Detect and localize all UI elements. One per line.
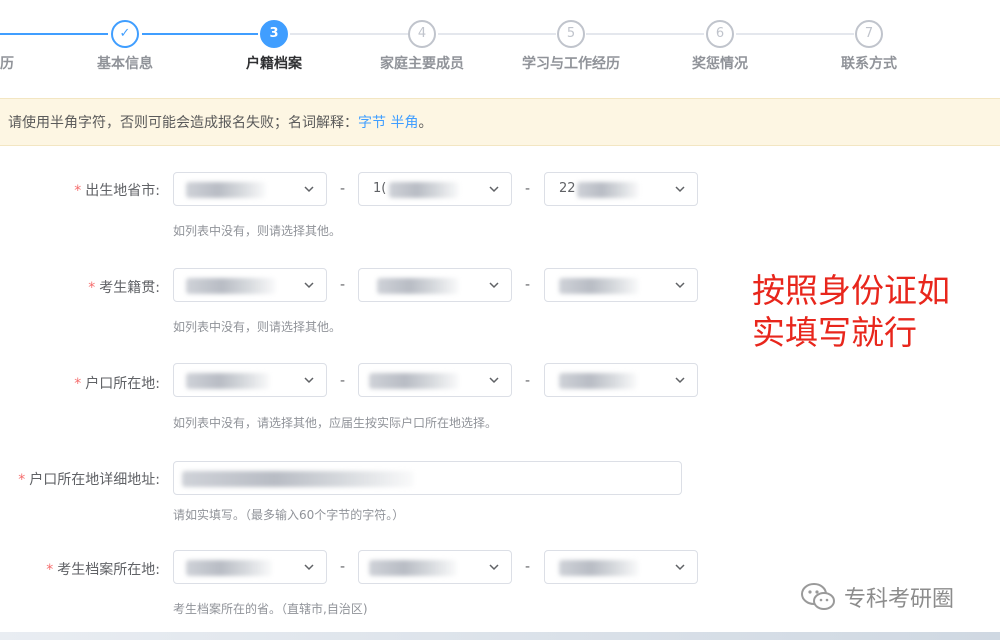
- id-card-annotation: 按照身份证如 实填写就行: [752, 271, 950, 352]
- archive-city-select[interactable]: [358, 550, 512, 584]
- archive-hint: 考生档案所在的省。（直辖市,自治区): [173, 602, 368, 616]
- step-label-contact[interactable]: 联系方式: [794, 53, 944, 73]
- step-connector: [142, 33, 258, 35]
- step-4-indicator[interactable]: 4: [408, 20, 436, 48]
- step-connector: [0, 33, 108, 35]
- step-label-rewards[interactable]: 奖惩情况: [645, 53, 795, 73]
- birthplace-province-select[interactable]: [173, 172, 327, 206]
- step-6-indicator[interactable]: 6: [706, 20, 734, 48]
- step-3-indicator[interactable]: 3: [260, 20, 288, 48]
- notice-text: 请使用半角字符，否则可能会造成报名失败；名词解释：: [8, 115, 358, 131]
- wechat-watermark: 专科考研圈: [800, 580, 954, 614]
- hukou-address-hint: 请如实填写。（最多输入60个字节的字符。）: [173, 508, 405, 522]
- step-7-indicator[interactable]: 7: [855, 20, 883, 48]
- chevron-down-icon: [304, 377, 314, 384]
- birthplace-city-select[interactable]: 1(: [358, 172, 512, 206]
- hukou-hint: 如列表中没有，请选择其他，应届生按实际户口所在地选择。: [173, 416, 498, 430]
- birthplace-county-select[interactable]: 22: [544, 172, 698, 206]
- chevron-down-icon: [489, 564, 499, 571]
- chevron-down-icon: [489, 377, 499, 384]
- halfwidth-notice: 请使用半角字符，否则可能会造成报名失败；名词解释：字节 半角。: [0, 98, 1000, 146]
- step-connector: [290, 33, 408, 35]
- step-label-family-members[interactable]: 家庭主要成员: [347, 53, 497, 73]
- hukou-address-label: * 户口所在地详细地址:: [18, 472, 160, 488]
- hukou-address-input[interactable]: [173, 461, 682, 495]
- birthplace-label: * 出生地省市:: [74, 183, 160, 199]
- native-place-hint: 如列表中没有，则请选择其他。: [173, 320, 342, 334]
- step-label-resume[interactable]: 历: [0, 53, 14, 73]
- birthplace-hint: 如列表中没有，则请选择其他。: [173, 224, 342, 238]
- native-place-county-select[interactable]: [544, 268, 698, 302]
- native-place-province-select[interactable]: [173, 268, 327, 302]
- halfwidth-link[interactable]: 半角: [390, 115, 418, 131]
- step-connector: [586, 33, 704, 35]
- chevron-down-icon: [304, 282, 314, 289]
- chevron-down-icon: [304, 564, 314, 571]
- bytes-link[interactable]: 字节: [358, 115, 386, 131]
- native-place-city-select[interactable]: [358, 268, 512, 302]
- step-label-household-archive[interactable]: 户籍档案: [199, 53, 349, 73]
- native-place-label: * 考生籍贯:: [88, 280, 160, 296]
- archive-label: * 考生档案所在地:: [46, 562, 160, 578]
- hukou-city-select[interactable]: [358, 363, 512, 397]
- watermark-text: 专科考研圈: [844, 587, 955, 612]
- hukou-province-select[interactable]: [173, 363, 327, 397]
- step-connector: [438, 33, 556, 35]
- notice-suffix: 。: [418, 115, 433, 131]
- application-form-page: 历 ✓ 基本信息 3 户籍档案 4 家庭主要成员 5 学习与工作经历 6 奖惩情…: [0, 0, 1000, 640]
- step-connector: [736, 33, 854, 35]
- chevron-down-icon: [675, 564, 685, 571]
- step-2-check-icon[interactable]: ✓: [111, 20, 139, 48]
- chevron-down-icon: [675, 282, 685, 289]
- chevron-down-icon: [489, 186, 499, 193]
- bottom-edge: [0, 632, 1000, 640]
- step-label-basic-info[interactable]: 基本信息: [50, 53, 200, 73]
- wechat-icon: [801, 583, 835, 610]
- chevron-down-icon: [489, 282, 499, 289]
- chevron-down-icon: [675, 186, 685, 193]
- hukou-label: * 户口所在地:: [74, 376, 160, 392]
- hukou-county-select[interactable]: [544, 363, 698, 397]
- step-5-indicator[interactable]: 5: [557, 20, 585, 48]
- progress-steps: 历 ✓ 基本信息 3 户籍档案 4 家庭主要成员 5 学习与工作经历 6 奖惩情…: [0, 0, 1000, 96]
- chevron-down-icon: [675, 377, 685, 384]
- archive-county-select[interactable]: [544, 550, 698, 584]
- step-label-study-work[interactable]: 学习与工作经历: [496, 53, 646, 73]
- archive-province-select[interactable]: [173, 550, 327, 584]
- chevron-down-icon: [304, 186, 314, 193]
